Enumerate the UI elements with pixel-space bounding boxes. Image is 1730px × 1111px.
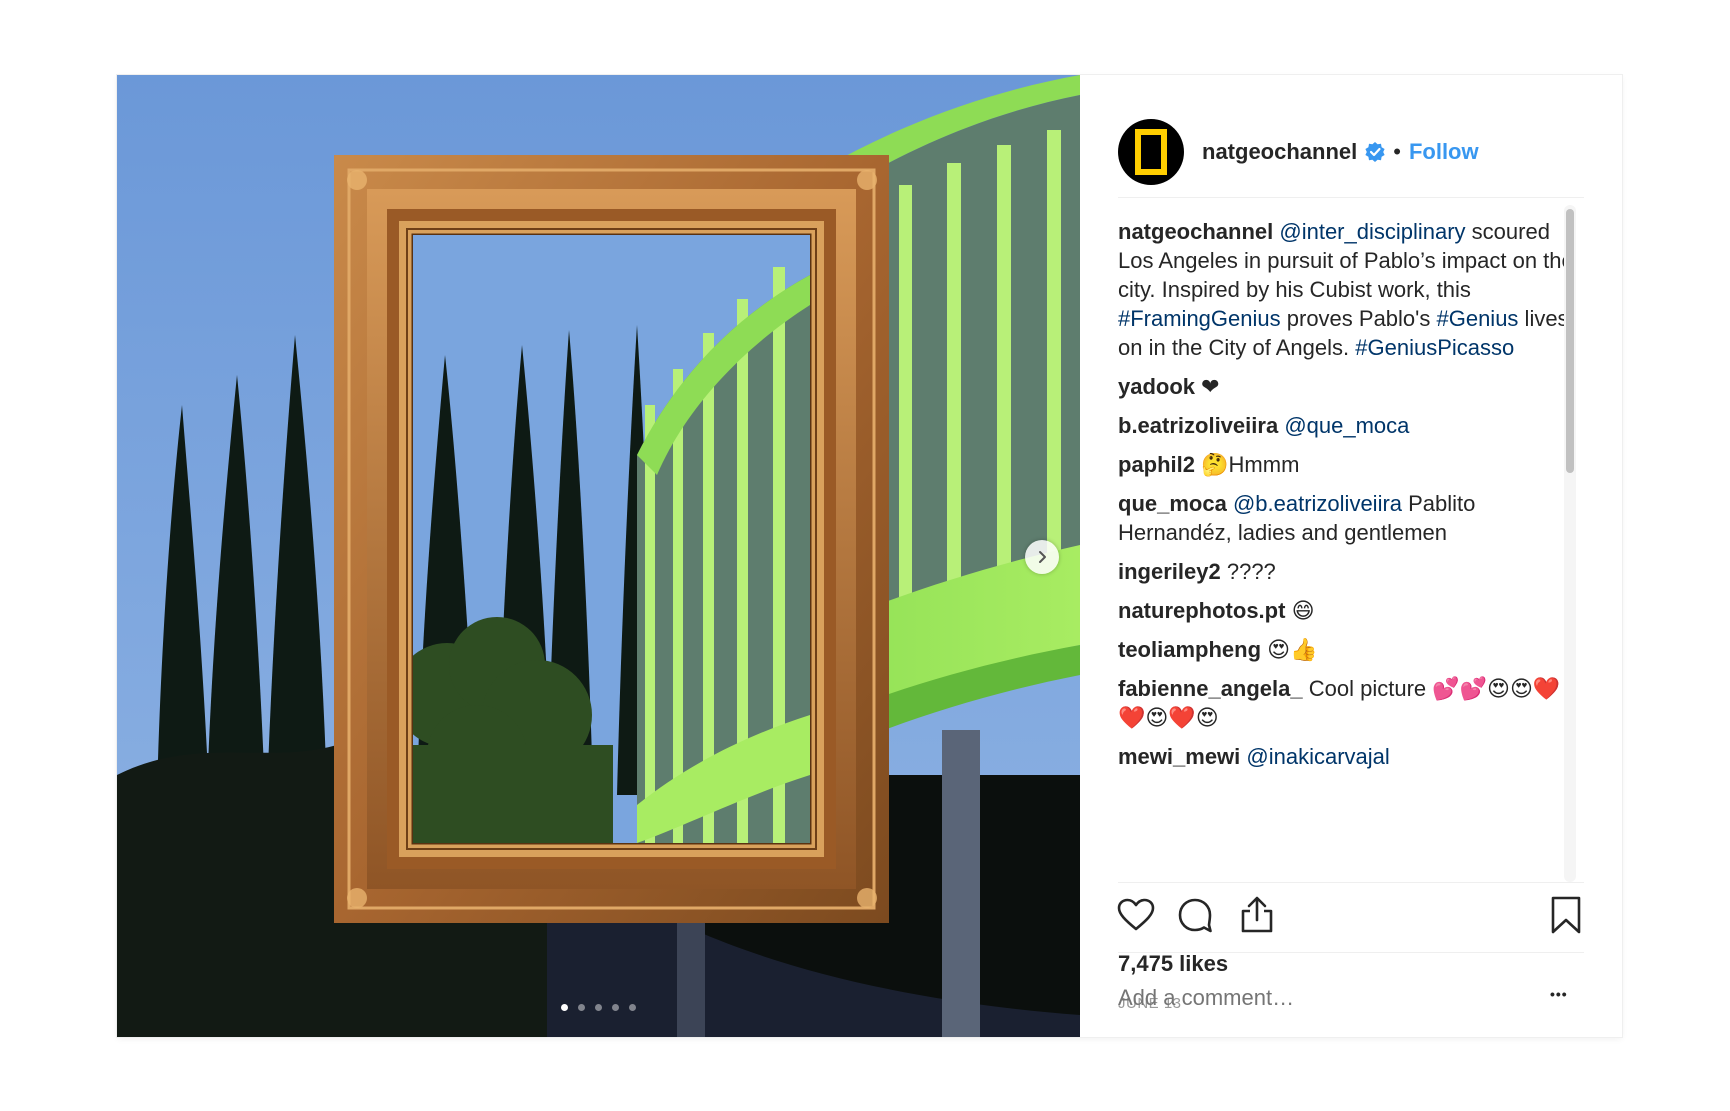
comment-button[interactable]	[1173, 893, 1217, 937]
carousel-dot[interactable]	[612, 1004, 619, 1011]
comment-item: que_moca @b.eatrizoliveiira Pablito Hern…	[1118, 489, 1578, 547]
share-button[interactable]	[1235, 893, 1279, 937]
avatar[interactable]	[1118, 118, 1184, 185]
caption-username[interactable]: natgeochannel	[1118, 219, 1273, 244]
comment-text: 😄	[1291, 598, 1315, 623]
comment-item: paphil2 🤔Hmmm	[1118, 450, 1578, 479]
instagram-post: natgeochannel • Follow natgeochannel @in…	[117, 75, 1622, 1037]
share-icon	[1241, 896, 1273, 933]
scrollbar-thumb[interactable]	[1566, 209, 1574, 473]
mention-link[interactable]: #GeniusPicasso	[1355, 335, 1514, 360]
verified-badge-icon	[1365, 141, 1385, 162]
comment-text: 😍👍	[1267, 637, 1318, 662]
frame-opening	[413, 235, 810, 843]
comment-username[interactable]: naturephotos.pt	[1118, 598, 1285, 623]
comment-item: fabienne_angela_ Cool picture 💕💕😍😍❤️❤️😍❤…	[1118, 674, 1578, 732]
comments-scrollbar[interactable]	[1564, 205, 1576, 882]
comment-text: ❤	[1201, 374, 1220, 399]
mention-link[interactable]: #Genius	[1436, 306, 1518, 331]
comment-username[interactable]: mewi_mewi	[1118, 744, 1240, 769]
header-separator: •	[1393, 138, 1401, 164]
comment-username[interactable]: paphil2	[1118, 452, 1195, 477]
post-header: natgeochannel • Follow	[1118, 106, 1584, 198]
carousel-indicator	[561, 1004, 636, 1011]
post-sidebar: natgeochannel • Follow natgeochannel @in…	[1080, 75, 1622, 1037]
comment-text: proves Pablo's	[1280, 306, 1437, 331]
comment-username[interactable]: yadook	[1118, 374, 1195, 399]
comment-text: ????	[1226, 559, 1276, 584]
comments-list[interactable]: natgeochannel @inter_disciplinary scoure…	[1118, 217, 1578, 875]
comment-item: yadook ❤	[1118, 372, 1578, 401]
mention-link[interactable]: @que_moca	[1284, 413, 1409, 438]
next-image-button[interactable]	[1025, 540, 1059, 574]
divider	[1118, 882, 1584, 883]
carousel-dot[interactable]	[578, 1004, 585, 1011]
carousel-dot[interactable]	[629, 1004, 636, 1011]
comment-item: mewi_mewi @inakicarvajal	[1118, 742, 1578, 771]
header-username[interactable]: natgeochannel	[1202, 139, 1357, 165]
mention-link[interactable]: #FramingGenius	[1118, 306, 1281, 331]
mention-link[interactable]: @inter_disciplinary	[1279, 219, 1465, 244]
like-button[interactable]	[1114, 893, 1158, 937]
comment-username[interactable]: b.eatrizoliveiira	[1118, 413, 1278, 438]
likes-count[interactable]: 7,475 likes	[1118, 951, 1228, 977]
follow-button[interactable]: Follow	[1409, 139, 1479, 165]
caption: natgeochannel @inter_disciplinary scoure…	[1118, 217, 1578, 362]
carousel-dot[interactable]	[561, 1004, 568, 1011]
comment-item: b.eatrizoliveiira @que_moca	[1118, 411, 1578, 440]
comment-divider	[1118, 952, 1584, 953]
comment-username[interactable]: teoliampheng	[1118, 637, 1261, 662]
comment-text: 🤔Hmmm	[1201, 452, 1300, 477]
add-comment-input[interactable]	[1118, 980, 1498, 1016]
comment-username[interactable]: que_moca	[1118, 491, 1227, 516]
mention-link[interactable]: @inakicarvajal	[1246, 744, 1389, 769]
chevron-right-icon	[1039, 551, 1046, 563]
post-media[interactable]	[117, 75, 1080, 1037]
natgeo-logo	[1135, 128, 1167, 175]
mention-link[interactable]: @b.eatrizoliveiira	[1233, 491, 1402, 516]
carousel-dot[interactable]	[595, 1004, 602, 1011]
comment-item: teoliampheng 😍👍	[1118, 635, 1578, 664]
comment-username[interactable]: fabienne_angela_	[1118, 676, 1303, 701]
comment-item: naturephotos.pt 😄	[1118, 596, 1578, 625]
comment-item: ingeriley2 ????	[1118, 557, 1578, 586]
action-bar	[1117, 893, 1584, 945]
comment-username[interactable]: ingeriley2	[1118, 559, 1221, 584]
bookmark-icon	[1551, 896, 1581, 934]
comment-bubble-icon	[1178, 898, 1212, 933]
more-options-icon[interactable]: •••	[1550, 986, 1568, 1002]
save-button[interactable]	[1544, 893, 1588, 937]
heart-icon	[1117, 898, 1155, 931]
